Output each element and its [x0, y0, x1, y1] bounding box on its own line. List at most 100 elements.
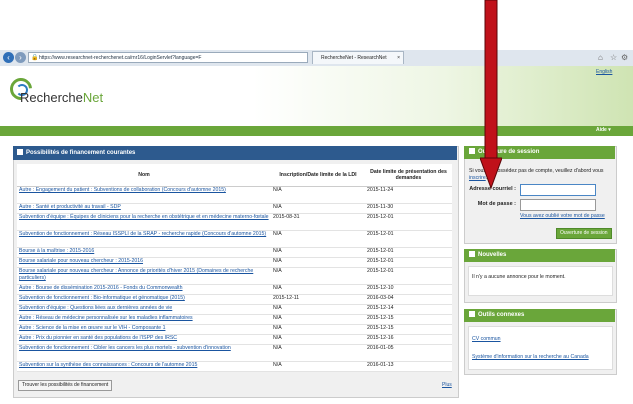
opportunity-link[interactable]: Subvention d'équipe : Questions liées au… [19, 305, 172, 311]
back-icon[interactable]: ‹ [3, 52, 14, 63]
cell-deadline: 2015-12-01 [365, 257, 452, 268]
nav-bar [0, 126, 633, 136]
cell-deadline: 2015-12-14 [365, 304, 452, 315]
table-row: Subvention de fonctionnement : Cibler le… [17, 344, 452, 362]
cell-name: Subvention de fonctionnement : Réseau IS… [17, 230, 271, 248]
cell-ldi: N/A [271, 267, 365, 285]
opportunity-link[interactable]: Autre : Réseau de médecine personnalisée… [19, 315, 193, 321]
cell-deadline: 2016-01-13 [365, 361, 452, 372]
cell-deadline: 2015-12-01 [365, 247, 452, 258]
tools-icon [469, 311, 475, 317]
address-bar[interactable]: 🔒 https://www.researchnet-recherchenet.ca… [28, 52, 308, 63]
table-row: Subvention de fonctionnement : Bio-infor… [17, 294, 452, 305]
table-row: Bourse salariale pour nouveau chercheur … [17, 267, 452, 285]
cell-name: Autre : Engagement du patient : Subventi… [17, 186, 271, 204]
table-row: Autre : Bourse de dissémination 2015-201… [17, 284, 452, 295]
cell-deadline: 2015-12-01 [365, 213, 452, 231]
opportunity-link[interactable]: Subvention de fonctionnement : Cibler le… [19, 345, 231, 351]
news-box [468, 266, 613, 296]
cell-name: Subvention sur la synthèse des connaissa… [17, 361, 271, 372]
col-deadline: Date limite de présentation des demandes [365, 164, 452, 187]
cell-ldi: N/A [271, 247, 365, 258]
opportunity-link[interactable]: Bourse à la maîtrise : 2015-2016 [19, 248, 94, 254]
password-input[interactable] [520, 199, 596, 211]
table-row: Subvention d'équipe : Questions liées au… [17, 304, 452, 315]
cell-ldi: N/A [271, 361, 365, 372]
close-tab-icon[interactable]: × [397, 52, 400, 65]
password-label: Mot de passe : [477, 201, 516, 207]
favorites-icon[interactable]: ☆ [610, 53, 617, 62]
table-row: Autre : Santé et productivité au travail… [17, 203, 452, 214]
cell-name: Bourse à la maîtrise : 2015-2016 [17, 247, 271, 258]
settings-icon[interactable]: ⚙ [621, 53, 628, 62]
tool-link-sirc[interactable]: Système d'information sur la recherche a… [472, 354, 589, 360]
tab-title: RechercheNet - ResearchNet [321, 55, 387, 61]
find-opportunities-button[interactable]: Trouver les possibilités de financement [18, 380, 113, 391]
cell-name: Autre : Réseau de médecine personnalisée… [17, 314, 271, 325]
cell-name: Bourse salariale pour nouveau chercheur … [17, 267, 271, 285]
opportunity-link[interactable]: Autre : Science de la mise en œuvre sur … [19, 325, 165, 331]
tools-panel-title: Outils connexes [464, 309, 615, 322]
tool-link-cv[interactable]: CV commun [472, 336, 501, 342]
tab-researchnet[interactable]: RechercheNet - ResearchNet × [312, 51, 404, 64]
table-row: Bourse à la maîtrise : 2015-2016 N/A 2015-… [17, 247, 452, 258]
cell-deadline: 2015-11-30 [365, 203, 452, 214]
opportunity-link[interactable]: Subvention de fonctionnement : Réseau IS… [19, 231, 266, 237]
cell-name: Autre : Science de la mise en œuvre sur … [17, 324, 271, 335]
cell-name: Subvention de fonctionnement : Cibler le… [17, 344, 271, 362]
language-link[interactable]: English [596, 69, 612, 75]
table-row: Autre : Engagement du patient : Subventi… [17, 186, 452, 204]
forward-icon[interactable]: › [15, 52, 26, 63]
table-row: Subvention de fonctionnement : Réseau IS… [17, 230, 452, 248]
opportunity-link[interactable]: Autre : Santé et productivité au travail… [19, 204, 121, 210]
tools-box [468, 326, 613, 370]
table-row: Autre : Science de la mise en œuvre sur … [17, 324, 452, 335]
cell-name: Bourse salariale pour nouveau chercheur … [17, 257, 271, 268]
cell-deadline: 2015-12-10 [365, 284, 452, 295]
cell-ldi: N/A [271, 257, 365, 268]
opportunity-link[interactable]: Subvention d'équipe : Équipes de clinici… [19, 214, 269, 220]
help-menu[interactable]: Aide ▾ [596, 127, 611, 133]
table-row: Subvention d'équipe : Équipes de clinici… [17, 213, 452, 231]
email-input[interactable] [520, 184, 596, 196]
cell-deadline: 2015-12-15 [365, 324, 452, 335]
cell-name: Autre : Santé et productivité au travail… [17, 203, 271, 214]
cell-name: Subvention d'équipe : Questions liées au… [17, 304, 271, 315]
funding-title-text: Possibilités de financement courantes [26, 150, 136, 156]
opportunity-link[interactable]: Subvention sur la synthèse des connaissa… [19, 362, 197, 368]
cell-ldi: 2015-08-31 [271, 213, 365, 231]
logo-text-1: Recherche [20, 90, 83, 105]
opportunity-link[interactable]: Autre : Bourse de dissémination 2015-201… [19, 285, 183, 291]
cell-deadline: 2015-12-16 [365, 334, 452, 345]
funding-panel-title: Possibilités de financement courantes [13, 146, 457, 160]
home-icon[interactable]: ⌂ [598, 53, 603, 62]
lock-icon: 🔒 [31, 55, 39, 61]
opportunity-link[interactable]: Bourse salariale pour nouveau chercheur … [19, 258, 143, 264]
cell-ldi: N/A [271, 334, 365, 345]
table-row: Autre : Réseau de médecine personnalisée… [17, 314, 452, 325]
table-row: Autre : Prix du pionnier en santé des po… [17, 334, 452, 345]
opportunity-link[interactable]: Bourse salariale pour nouveau chercheur … [19, 268, 253, 281]
col-ldi: Inscription/Date limite de la LDI [271, 164, 365, 187]
cell-ldi: N/A [271, 314, 365, 325]
cell-name: Subvention de fonctionnement : Bio-infor… [17, 294, 271, 305]
cell-name: Subvention d'équipe : Équipes de clinici… [17, 213, 271, 231]
opportunity-link[interactable]: Subvention de fonctionnement : Bio-infor… [19, 295, 185, 301]
forgot-password-link[interactable]: Vous avez oublié votre mot de passe [520, 213, 605, 219]
calendar-icon [17, 149, 23, 155]
opportunity-link[interactable]: Autre : Prix du pionnier en santé des po… [19, 335, 177, 341]
cell-name: Autre : Prix du pionnier en santé des po… [17, 334, 271, 345]
logo-text-2: Net [82, 90, 104, 105]
annotation-arrow-icon [480, 0, 502, 190]
key-icon [469, 148, 475, 154]
opportunity-link[interactable]: Autre : Engagement du patient : Subventi… [19, 187, 226, 193]
table-row: Subvention sur la synthèse des connaissa… [17, 361, 452, 372]
news-title-text: Nouvelles [478, 252, 507, 258]
login-button[interactable]: Ouverture de session [556, 228, 612, 239]
funding-table: Nom Inscription/Date limite de la LDI Da… [17, 164, 452, 372]
tools-title-text: Outils connexes [478, 312, 525, 318]
more-link[interactable]: Plus [442, 382, 452, 388]
logo[interactable]: RechercheNet [20, 90, 103, 105]
table-header-row: Nom Inscription/Date limite de la LDI Da… [17, 164, 452, 187]
cell-ldi: N/A [271, 344, 365, 362]
